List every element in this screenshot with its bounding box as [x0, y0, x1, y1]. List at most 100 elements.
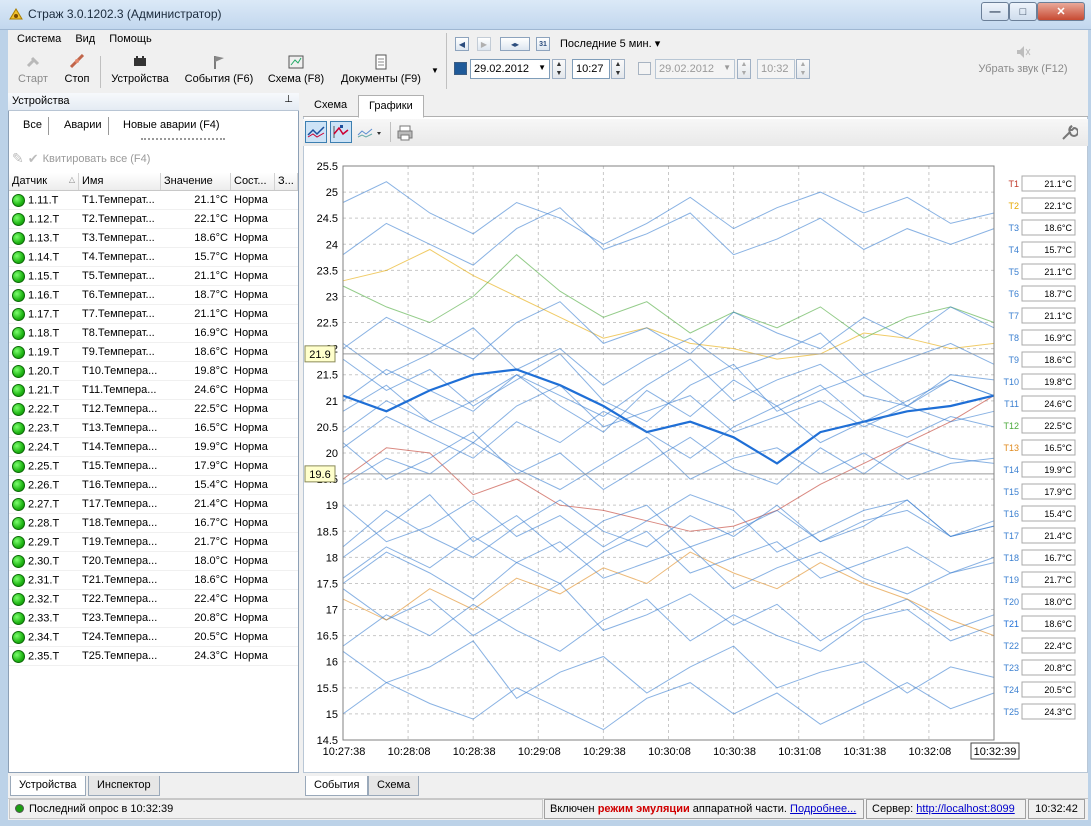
stop-button[interactable]: Стоп: [60, 54, 94, 90]
pencil-icon[interactable]: ✎: [12, 150, 24, 167]
table-row[interactable]: 1.16.T T6.Температ... 18.7°C Норма: [9, 286, 298, 305]
table-row[interactable]: 1.15.T T5.Температ... 21.1°C Норма: [9, 267, 298, 286]
menu-system[interactable]: Система: [17, 33, 61, 51]
legend-label: T12: [1003, 421, 1019, 431]
date-to-field[interactable]: 29.02.2012 ▼: [655, 59, 735, 79]
time-to-spinner[interactable]: ▲ ▼: [796, 59, 810, 79]
table-row[interactable]: 1.12.T T2.Температ... 22.1°C Норма: [9, 210, 298, 229]
table-row[interactable]: 1.17.T T7.Температ... 21.1°C Норма: [9, 305, 298, 324]
chart-toolbar: [303, 119, 1088, 146]
cell-sensor: 1.11.T: [9, 193, 79, 207]
time-from-field[interactable]: 10:27: [572, 59, 610, 79]
cell-sensor: 2.33.T: [9, 611, 79, 625]
legend-label: T10: [1003, 377, 1019, 387]
menu-view[interactable]: Вид: [75, 33, 95, 51]
table-row[interactable]: 2.22.T T12.Темпера... 22.5°C Норма: [9, 400, 298, 419]
devices-button[interactable]: Устройства: [108, 54, 172, 90]
table-row[interactable]: 2.25.T T15.Темпера... 17.9°C Норма: [9, 457, 298, 476]
col-extra[interactable]: З...: [275, 173, 298, 190]
maximize-button[interactable]: □: [1009, 2, 1037, 21]
nav-step-buttons[interactable]: ◂▸: [500, 37, 530, 51]
line-chart-mode-button[interactable]: [305, 121, 327, 143]
cell-value: 22.1°C: [161, 213, 231, 225]
table-row[interactable]: 2.32.T T22.Темпера... 22.4°C Норма: [9, 590, 298, 609]
col-sensor[interactable]: Датчик △: [9, 173, 79, 190]
table-row[interactable]: 2.34.T T24.Темпера... 20.5°C Норма: [9, 628, 298, 647]
col-value[interactable]: Значение: [161, 173, 231, 190]
table-row[interactable]: 2.27.T T17.Темпера... 21.4°C Норма: [9, 495, 298, 514]
nav-forward-button[interactable]: ▶: [477, 37, 491, 51]
legend-label: T16: [1003, 509, 1019, 519]
table-row[interactable]: 2.30.T T20.Темпера... 18.0°C Норма: [9, 552, 298, 571]
start-button[interactable]: Старт: [16, 54, 50, 90]
period-label: Последние 5 мин.: [560, 38, 652, 50]
to-checkbox[interactable]: [638, 62, 651, 75]
col-name[interactable]: Имя: [79, 173, 161, 190]
table-row[interactable]: 1.14.T T4.Температ... 15.7°C Норма: [9, 248, 298, 267]
time-from-spinner[interactable]: ▲ ▼: [611, 59, 625, 79]
status-server-link[interactable]: http://localhost:8099: [916, 803, 1014, 815]
table-row[interactable]: 1.20.T T10.Темпера... 19.8°C Норма: [9, 362, 298, 381]
table-row[interactable]: 2.31.T T21.Темпера... 18.6°C Норма: [9, 571, 298, 590]
chart-options-dropdown[interactable]: [356, 123, 386, 143]
print-button[interactable]: [396, 124, 414, 145]
table-row[interactable]: 2.26.T T16.Темпера... 15.4°C Норма: [9, 476, 298, 495]
main-tab-scheme[interactable]: Схема: [306, 97, 355, 113]
from-checkbox[interactable]: [454, 62, 467, 75]
table-row[interactable]: 2.33.T T23.Темпера... 20.8°C Норма: [9, 609, 298, 628]
tab-new-alarms[interactable]: Новые аварии (F4): [117, 117, 226, 135]
cell-text: 24.6°C: [194, 384, 228, 396]
toolbar-overflow-icon[interactable]: ▼: [431, 66, 439, 75]
documents-button[interactable]: Документы (F9): [339, 54, 423, 90]
table-row[interactable]: 2.28.T T18.Темпера... 16.7°C Норма: [9, 514, 298, 533]
cell-text: 1.18.T: [28, 326, 60, 339]
table-row[interactable]: 2.29.T T19.Темпера... 21.7°C Норма: [9, 533, 298, 552]
table-row[interactable]: 1.11.T T1.Температ... 21.1°C Норма: [9, 191, 298, 210]
close-button[interactable]: ✕: [1037, 2, 1085, 21]
cell-value: 15.4°C: [161, 479, 231, 491]
flag-icon: [214, 56, 224, 69]
main-bottom-tab-events[interactable]: События: [305, 776, 369, 796]
date-from-spinner[interactable]: ▲ ▼: [552, 59, 566, 79]
check-icon: ✔: [27, 150, 39, 166]
main-bottom-tab-scheme[interactable]: Схема: [368, 776, 420, 796]
pin-icon[interactable]: ⊥: [284, 94, 293, 105]
cell-text: T7.Температ...: [82, 308, 155, 320]
date-to-spinner[interactable]: ▲ ▼: [737, 59, 751, 79]
status-server-label: Сервер:: [872, 803, 914, 815]
table-row[interactable]: 2.23.T T13.Темпера... 16.5°C Норма: [9, 419, 298, 438]
cell-text: 2.27.T: [28, 497, 60, 510]
nav-back-button[interactable]: ◀: [455, 37, 469, 51]
mute-button[interactable]: Убрать звук (F12): [973, 44, 1073, 75]
table-row[interactable]: 1.13.T T3.Температ... 18.6°C Норма: [9, 229, 298, 248]
tab-devices[interactable]: Устройства: [10, 776, 86, 796]
table-row[interactable]: 2.24.T T14.Темпера... 19.9°C Норма: [9, 438, 298, 457]
scheme-button[interactable]: Схема (F8): [266, 54, 326, 90]
table-row[interactable]: 1.19.T T9.Температ... 18.6°C Норма: [9, 343, 298, 362]
col-state[interactable]: Сост...: [231, 173, 275, 190]
table-row[interactable]: 1.18.T T8.Температ... 16.9°C Норма: [9, 324, 298, 343]
table-row[interactable]: 1.21.T T11.Темпера... 24.6°C Норма: [9, 381, 298, 400]
table-row[interactable]: 2.35.T T25.Темпера... 24.3°C Норма: [9, 647, 298, 666]
events-button[interactable]: События (F6): [184, 54, 254, 90]
calendar-icon[interactable]: 31: [536, 37, 550, 51]
cell-value: 21.1°C: [161, 194, 231, 206]
col-sensor-label: Датчик: [12, 175, 48, 187]
tab-inspector[interactable]: Инспектор: [88, 776, 160, 796]
settings-button[interactable]: [1060, 124, 1079, 145]
marker-mode-button[interactable]: [330, 121, 352, 143]
menu-help[interactable]: Помощь: [109, 33, 152, 51]
tab-alarms[interactable]: Аварии: [58, 117, 109, 135]
period-dropdown[interactable]: Последние 5 мин. ▾: [560, 37, 660, 50]
tab-all[interactable]: Все: [17, 117, 49, 135]
temperature-chart[interactable]: 25.52524.52423.52322.52221.52120.52019.5…: [303, 146, 1088, 772]
main-tab-charts[interactable]: Графики: [358, 95, 424, 118]
minimize-button[interactable]: —: [981, 2, 1009, 21]
status-more-link[interactable]: Подробнее...: [790, 803, 856, 815]
y-tick-label: 25.5: [317, 161, 338, 173]
time-to-field[interactable]: 10:32: [757, 59, 795, 79]
date-from-field[interactable]: 29.02.2012 ▼: [470, 59, 550, 79]
cell-text: T8.Температ...: [82, 327, 155, 339]
ack-all-button[interactable]: Квитировать все (F4): [43, 153, 151, 165]
cell-value: 21.1°C: [161, 270, 231, 282]
